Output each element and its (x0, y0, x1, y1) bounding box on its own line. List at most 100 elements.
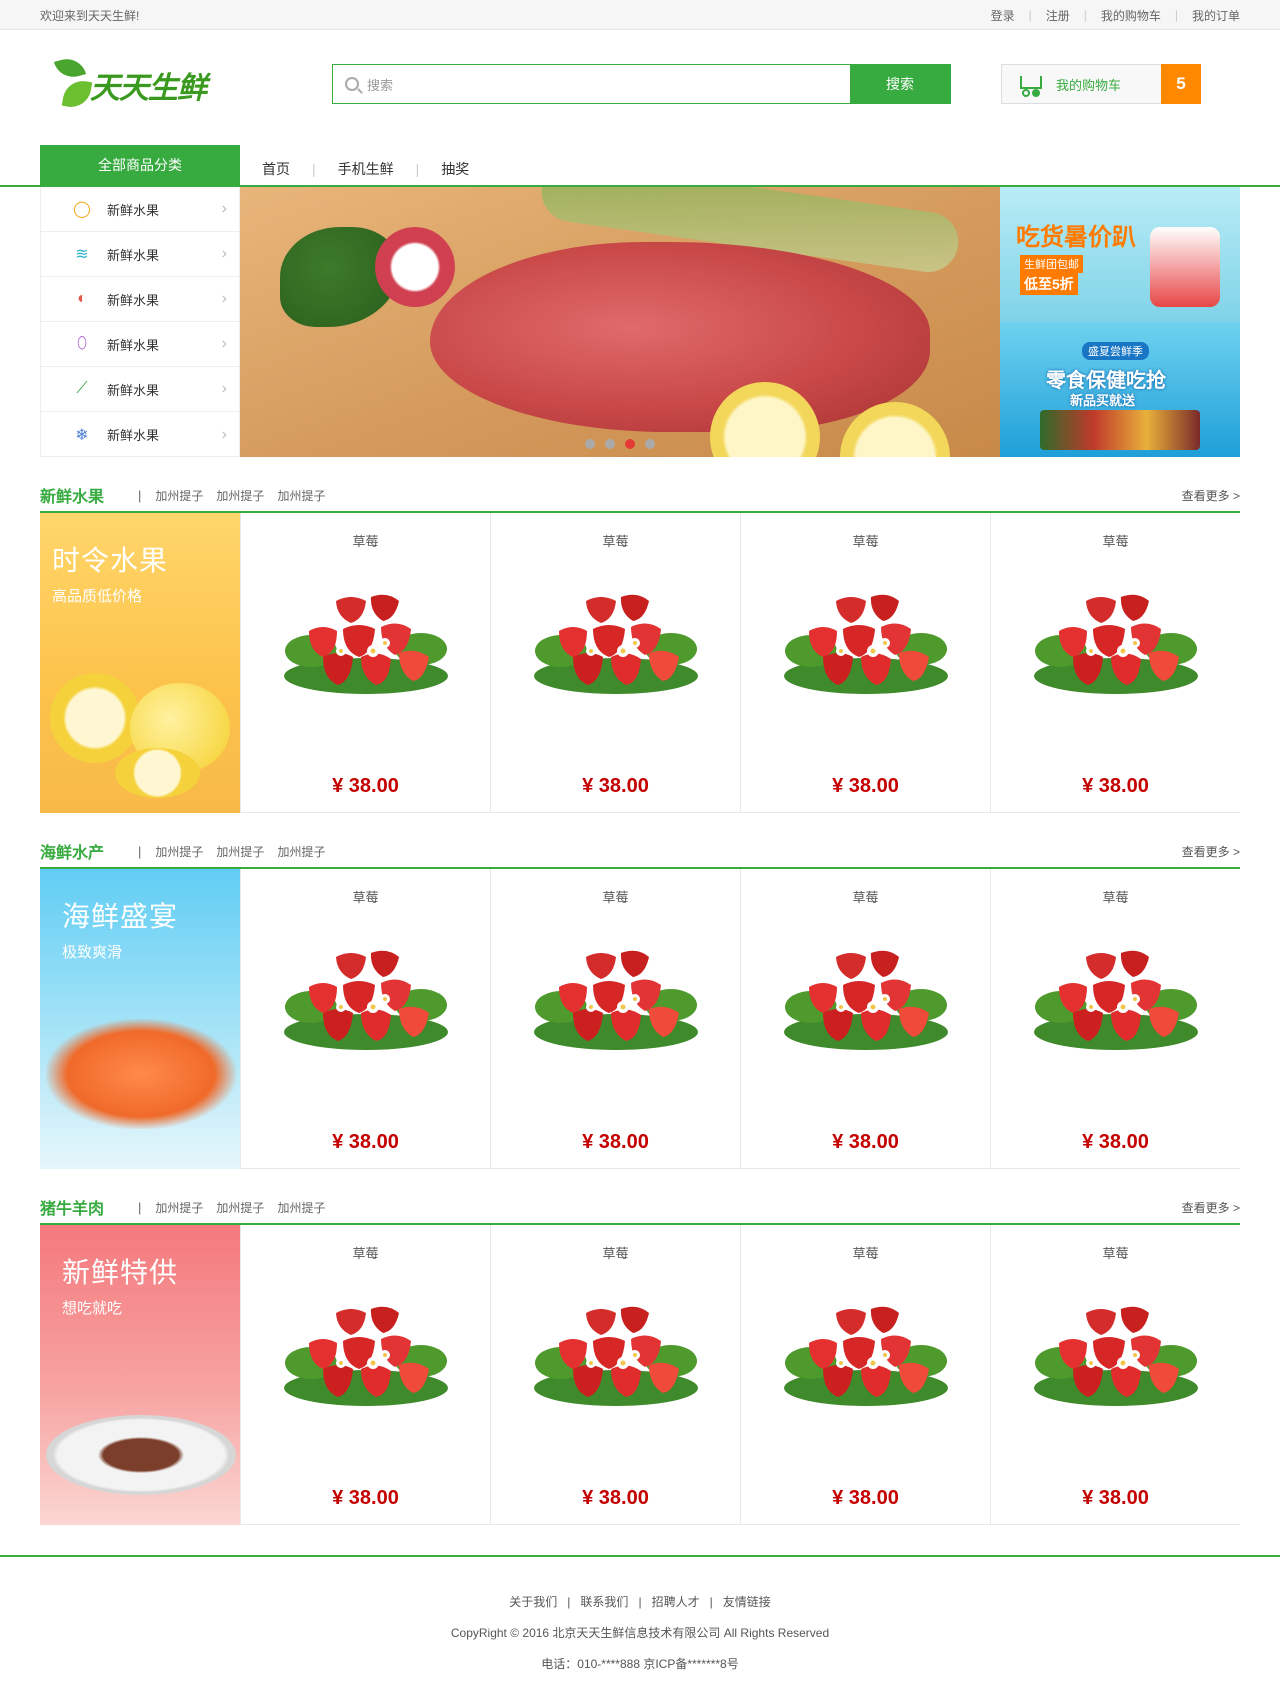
strawberry-image[interactable] (781, 1303, 951, 1413)
carousel-dot[interactable] (645, 439, 655, 449)
category-item[interactable]: ◯ 新鲜水果 › (41, 187, 239, 232)
section-title[interactable]: 新鲜水果 (40, 483, 104, 507)
nav-item-lottery[interactable]: 抽奖 (419, 159, 491, 179)
product-name[interactable]: 草莓 (991, 531, 1240, 550)
section-header: 新鲜水果 | 加州提子 加州提子 加州提子 查看更多 > (40, 479, 1240, 513)
ad-banner-snacks[interactable]: 盛夏尝鲜季 零食保健吃抢 新品买就送 (1000, 322, 1240, 457)
nav-item-mobile-fresh[interactable]: 手机生鲜 (316, 159, 416, 179)
product-card[interactable]: 草莓 ¥ 38.00 (990, 869, 1240, 1168)
product-name[interactable]: 草莓 (741, 531, 990, 550)
product-name[interactable]: 草莓 (991, 887, 1240, 906)
section-tag-link[interactable]: 加州提子 (155, 1199, 203, 1216)
footer-link-about[interactable]: 关于我们 (509, 1593, 557, 1610)
meat-icon: ◐ (77, 290, 87, 307)
category-item[interactable]: ⬯ 新鲜水果 › (41, 322, 239, 367)
product-name[interactable]: 草莓 (491, 1243, 740, 1262)
carousel-dot-active[interactable] (625, 439, 635, 449)
product-name[interactable]: 草莓 (991, 1243, 1240, 1262)
section-tag-link[interactable]: 加州提子 (277, 487, 325, 504)
footer-link-contact[interactable]: 联系我们 (580, 1593, 628, 1610)
category-item[interactable]: ◐ 新鲜水果 › (41, 277, 239, 322)
product-card[interactable]: 草莓 ¥ 38.00 (240, 513, 490, 812)
product-name[interactable]: 草莓 (241, 531, 490, 550)
section-tag-link[interactable]: 加州提子 (277, 1199, 325, 1216)
product-name[interactable]: 草莓 (491, 887, 740, 906)
section-tag-link[interactable]: 加州提子 (216, 487, 264, 504)
logo[interactable]: 天天生鲜 (54, 56, 207, 114)
product-price: ¥ 38.00 (582, 775, 649, 797)
search-button[interactable]: 搜索 (850, 65, 950, 103)
nav-item-home[interactable]: 首页 (240, 159, 312, 179)
view-more-link[interactable]: 查看更多 > (1182, 487, 1240, 504)
section-title[interactable]: 海鲜水产 (40, 839, 104, 863)
side-ads: 吃货暑价趴 生鲜团包邮 低至5折 盛夏尝鲜季 零食保健吃抢 新品买就送 (1000, 187, 1240, 457)
product-card[interactable]: 草莓 ¥ 38.00 (490, 869, 740, 1168)
strawberry-image[interactable] (281, 1303, 451, 1413)
footer-link-friends[interactable]: 友情链接 (723, 1593, 771, 1610)
section-title[interactable]: 猪牛羊肉 (40, 1195, 104, 1219)
lemon-image (50, 673, 140, 763)
cart-button[interactable]: 我的购物车 5 (1001, 64, 1201, 104)
section-tag-link[interactable]: 加州提子 (277, 843, 325, 860)
product-card[interactable]: 草莓 ¥ 38.00 (740, 1225, 990, 1524)
product-grid: 草莓 ¥ 38.00 草莓 ¥ 38.00 草莓 ¥ 38.00 草莓 ¥ 38.00 (240, 869, 1240, 1168)
product-card[interactable]: 草莓 ¥ 38.00 (990, 513, 1240, 812)
carousel-dot[interactable] (605, 439, 615, 449)
product-price: ¥ 38.00 (1082, 775, 1149, 797)
category-item[interactable]: ⟋ 新鲜水果 › (41, 367, 239, 412)
promo-banner[interactable]: 海鲜盛宴 极致爽滑 (40, 869, 240, 1169)
promo-banner[interactable]: 时令水果 高品质低价格 (40, 513, 240, 813)
strawberry-image[interactable] (531, 591, 701, 701)
copyright-text: CopyRight © 2016 北京天天生鲜信息技术有限公司 All Righ… (450, 1626, 830, 1640)
promo-title: 新鲜特供 (62, 1257, 179, 1288)
product-card[interactable]: 草莓 ¥ 38.00 (240, 869, 490, 1168)
product-card[interactable]: 草莓 ¥ 38.00 (240, 1225, 490, 1524)
strawberry-image[interactable] (281, 947, 451, 1057)
category-item[interactable]: ❄ 新鲜水果 › (41, 412, 239, 457)
strawberry-image[interactable] (281, 591, 451, 701)
product-card[interactable]: 草莓 ¥ 38.00 (740, 513, 990, 812)
product-card[interactable]: 草莓 ¥ 38.00 (490, 513, 740, 812)
view-more-link[interactable]: 查看更多 > (1182, 1199, 1240, 1216)
hero-carousel[interactable] (240, 187, 1000, 457)
login-link[interactable]: 登录 (991, 7, 1015, 24)
promo-banner[interactable]: 新鲜特供 想吃就吃 (40, 1225, 240, 1525)
section-meat: 猪牛羊肉 | 加州提子 加州提子 加州提子 查看更多 > 新鲜特供 想吃就吃 草… (40, 1191, 1240, 1525)
my-cart-link[interactable]: 我的购物车 (1101, 7, 1161, 24)
promo-title: 时令水果 (52, 545, 169, 576)
product-name[interactable]: 草莓 (491, 531, 740, 550)
product-name[interactable]: 草莓 (241, 1243, 490, 1262)
category-label: 新鲜水果 (107, 382, 160, 398)
strawberry-image[interactable] (1031, 591, 1201, 701)
search-placeholder: 搜索 (367, 77, 394, 93)
section-tag-link[interactable]: 加州提子 (216, 843, 264, 860)
register-link[interactable]: 注册 (1046, 7, 1070, 24)
main-nav: 全部商品分类 首页 | 手机生鲜 | 抽奖 (0, 145, 1280, 187)
product-card[interactable]: 草莓 ¥ 38.00 (490, 1225, 740, 1524)
product-card[interactable]: 草莓 ¥ 38.00 (990, 1225, 1240, 1524)
product-name[interactable]: 草莓 (741, 1243, 990, 1262)
strawberry-image[interactable] (531, 1303, 701, 1413)
section-tag-link[interactable]: 加州提子 (216, 1199, 264, 1216)
section-tag-link[interactable]: 加州提子 (155, 487, 203, 504)
product-name[interactable]: 草莓 (241, 887, 490, 906)
strawberry-image[interactable] (781, 947, 951, 1057)
promo-subtitle: 高品质低价格 (52, 588, 143, 605)
category-item[interactable]: ≋ 新鲜水果 › (41, 232, 239, 277)
strawberry-image[interactable] (1031, 1303, 1201, 1413)
logo-text: 天天生鲜 (90, 72, 207, 105)
frozen-icon: ❄ (75, 426, 89, 444)
product-name[interactable]: 草莓 (741, 887, 990, 906)
strawberry-image[interactable] (1031, 947, 1201, 1057)
strawberry-image[interactable] (781, 591, 951, 701)
footer-link-jobs[interactable]: 招聘人才 (652, 1593, 700, 1610)
view-more-link[interactable]: 查看更多 > (1182, 843, 1240, 860)
ad-banner-summer[interactable]: 吃货暑价趴 生鲜团包邮 低至5折 (1000, 187, 1240, 322)
search-input[interactable]: 搜索 (333, 65, 850, 103)
strawberry-image[interactable] (531, 947, 701, 1057)
my-orders-link[interactable]: 我的订单 (1192, 7, 1240, 24)
product-card[interactable]: 草莓 ¥ 38.00 (740, 869, 990, 1168)
section-tag-link[interactable]: 加州提子 (155, 843, 203, 860)
carousel-dot[interactable] (585, 439, 595, 449)
all-categories-button[interactable]: 全部商品分类 (40, 145, 240, 185)
